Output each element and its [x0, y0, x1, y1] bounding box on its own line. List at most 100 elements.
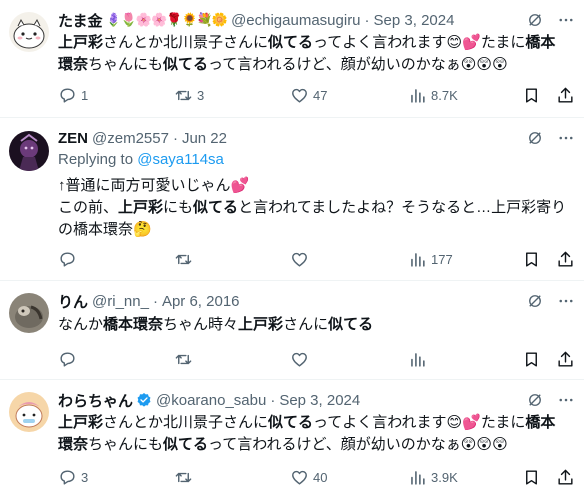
text-run: さんに: [283, 316, 329, 333]
user-handle[interactable]: @ri_nn_: [92, 293, 149, 310]
share-button[interactable]: [556, 348, 575, 370]
bookmark-button[interactable]: [522, 348, 541, 370]
text-run: にも: [163, 199, 194, 216]
text-run: ってよく言われます😊💕たまに: [313, 34, 526, 51]
share-button[interactable]: [556, 84, 575, 106]
avatar[interactable]: [9, 392, 49, 432]
separator-dot: ·: [172, 129, 178, 147]
tweet-date[interactable]: Sep 3, 2024: [374, 12, 455, 29]
tweet[interactable]: ZEN @zem2557 · Jun 22 Replying to @saya1…: [0, 118, 584, 281]
text-run: さんとか北川景子さんに: [103, 414, 269, 431]
tweet-header: ZEN @zem2557 · Jun 22: [58, 127, 227, 149]
tweet-header: わらちゃん @koarano_sabu · Sep 3, 2024: [58, 389, 360, 411]
bold-text-run: 似てる: [193, 199, 239, 216]
tweet-text-line: 環奈ちゃんにも似てるって言われるけど、顔が幼いのかなぁ😲😲😲: [58, 54, 573, 76]
text-run: ってよく言われます😊💕たまに: [313, 414, 526, 431]
tweet[interactable]: わらちゃん @koarano_sabu · Sep 3, 2024 上戸彩さんと…: [0, 380, 584, 493]
tweet-date[interactable]: Apr 6, 2016: [162, 293, 240, 310]
bold-text-run: 似てる: [163, 436, 209, 453]
tweet-text: ↑普通に両方可愛いじゃん💕 この前、上戸彩にも似てると言われてましたよね？そうな…: [58, 175, 573, 241]
text-run: なんか: [58, 316, 104, 333]
avatar-image: [9, 12, 49, 52]
display-name[interactable]: わらちゃん: [58, 390, 133, 411]
share-button[interactable]: [556, 466, 575, 488]
text-run: この前、: [58, 199, 119, 216]
tweet-text-line: 上戸彩さんとか北川景子さんに似てるってよく言われます😊💕たまに橋本: [58, 32, 573, 54]
tweet-text: 上戸彩さんとか北川景子さんに似てるってよく言われます😊💕たまに橋本 環奈ちゃんに…: [58, 32, 573, 76]
avatar[interactable]: [9, 12, 49, 52]
tweet-header: りん @ri_nn_ · Apr 6, 2016: [58, 290, 240, 312]
grok-icon[interactable]: [526, 391, 544, 409]
tweet-header: たま金 🪻🌷🌸🌸🌹🌻💐🌼 @echigaumasugiru · Sep 3, 2…: [58, 9, 454, 31]
display-name[interactable]: たま金: [58, 10, 103, 31]
bookmark-button[interactable]: [522, 466, 541, 488]
text-run: ↑普通に両方可愛いじゃん💕: [58, 177, 250, 194]
bookmark-button[interactable]: [522, 84, 541, 106]
avatar-image: [9, 392, 49, 432]
bold-text-run: 上戸彩: [58, 414, 104, 431]
tweet-date[interactable]: Jun 22: [182, 130, 227, 147]
tweet[interactable]: りん @ri_nn_ · Apr 6, 2016 なんか橋本環奈ちゃん時々上戸彩…: [0, 281, 584, 380]
display-name[interactable]: ZEN: [58, 130, 88, 147]
bold-text-run: 上戸彩: [58, 34, 104, 51]
grok-icon[interactable]: [526, 292, 544, 310]
action-bar-right: [0, 248, 584, 270]
text-run: さんとか北川景子さんに: [103, 34, 269, 51]
bold-text-run: 環奈: [58, 436, 89, 453]
tweet-text-line: ↑普通に両方可愛いじゃん💕: [58, 175, 573, 197]
user-handle[interactable]: @koarano_sabu: [156, 392, 266, 409]
tweet-text: なんか橋本環奈ちゃん時々上戸彩さんに似てる: [58, 314, 573, 336]
bookmark-icon: [526, 351, 537, 367]
text-run: と言われてましたよね？そうなると…上戸彩寄り: [238, 199, 567, 216]
grok-icon[interactable]: [526, 129, 544, 147]
share-icon: [558, 469, 573, 485]
tweet-date[interactable]: Sep 3, 2024: [279, 392, 360, 409]
bold-text-run: 橋本環奈: [103, 316, 164, 333]
replying-to-handle[interactable]: @saya114sa: [137, 151, 224, 168]
tweet-text-line: この前、上戸彩にも似てると言われてましたよね？そうなると…上戸彩寄り: [58, 197, 573, 219]
reply-feed: たま金 🪻🌷🌸🌸🌹🌻💐🌼 @echigaumasugiru · Sep 3, 2…: [0, 0, 584, 493]
avatar[interactable]: [9, 293, 49, 333]
bold-text-run: 橋本: [525, 414, 556, 431]
replying-to: Replying to @saya114sa: [58, 151, 224, 168]
action-bar-right: [0, 348, 584, 370]
bold-text-run: 上戸彩: [118, 199, 164, 216]
bold-text-run: 似てる: [268, 34, 314, 51]
tweet[interactable]: たま金 🪻🌷🌸🌸🌹🌻💐🌼 @echigaumasugiru · Sep 3, 2…: [0, 0, 584, 118]
tweet-text-line: の橋本環奈🤔: [58, 219, 573, 241]
user-handle[interactable]: @zem2557: [92, 130, 169, 147]
share-icon: [558, 251, 573, 267]
separator-dot: ·: [364, 11, 370, 29]
share-button[interactable]: [556, 248, 575, 270]
separator-dot: ·: [270, 391, 276, 409]
more-icon[interactable]: [557, 391, 575, 409]
text-run: ちゃん時々: [163, 316, 239, 333]
text-run: ちゃんにも: [88, 56, 164, 73]
name-emojis: 🪻🌷🌸🌸🌹🌻💐🌼: [105, 12, 228, 27]
text-run: って言われるけど、顔が幼いのかなぁ😲😲😲: [208, 56, 508, 73]
text-run: ちゃんにも: [88, 436, 164, 453]
text-run: の橋本環奈🤔: [58, 221, 152, 238]
replying-to-label: Replying to: [58, 151, 134, 168]
user-handle[interactable]: @echigaumasugiru: [231, 12, 360, 29]
bold-text-run: 橋本: [525, 34, 556, 51]
more-icon[interactable]: [557, 11, 575, 29]
separator-dot: ·: [152, 292, 158, 310]
bold-text-run: 似てる: [328, 316, 374, 333]
bookmark-icon: [526, 469, 537, 485]
avatar[interactable]: [9, 131, 49, 171]
more-icon[interactable]: [557, 129, 575, 147]
display-name[interactable]: りん: [58, 291, 88, 312]
more-icon[interactable]: [557, 292, 575, 310]
bookmark-icon: [526, 251, 537, 267]
bold-text-run: 似てる: [268, 414, 314, 431]
bookmark-icon: [526, 87, 537, 103]
bold-text-run: 環奈: [58, 56, 89, 73]
share-icon: [558, 351, 573, 367]
bold-text-run: 上戸彩: [238, 316, 284, 333]
bookmark-button[interactable]: [522, 248, 541, 270]
grok-icon[interactable]: [526, 11, 544, 29]
avatar-image: [9, 131, 49, 171]
tweet-text: 上戸彩さんとか北川景子さんに似てるってよく言われます😊💕たまに橋本 環奈ちゃんに…: [58, 412, 573, 456]
tweet-text-line: なんか橋本環奈ちゃん時々上戸彩さんに似てる: [58, 314, 573, 336]
